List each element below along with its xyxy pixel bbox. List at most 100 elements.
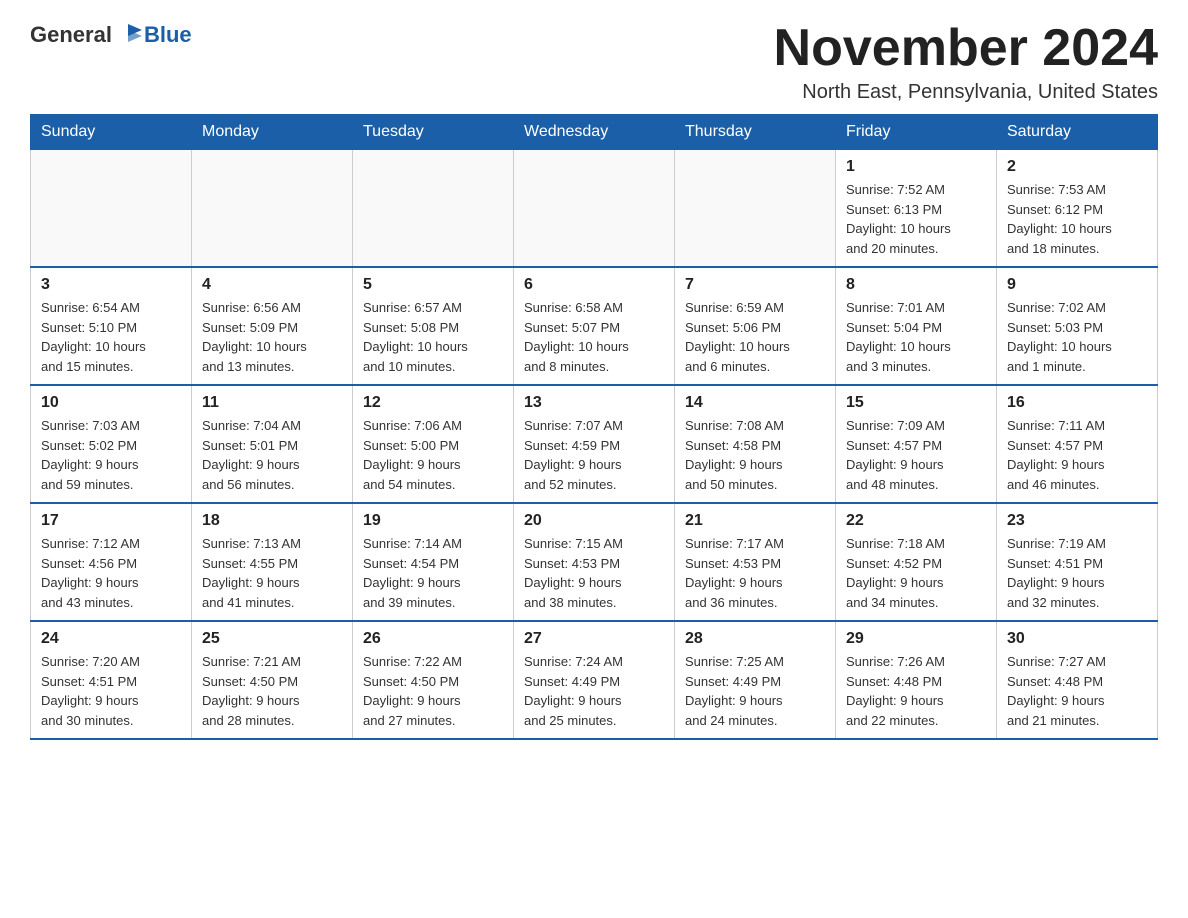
- day-number: 26: [363, 630, 503, 648]
- calendar-cell: 5 Sunrise: 6:57 AM Sunset: 5:08 PM Daylig…: [353, 267, 514, 385]
- day-info: Sunrise: 6:56 AM Sunset: 5:09 PM Dayligh…: [202, 298, 342, 376]
- day-info: Sunrise: 6:54 AM Sunset: 5:10 PM Dayligh…: [41, 298, 181, 376]
- day-info: Sunrise: 6:59 AM Sunset: 5:06 PM Dayligh…: [685, 298, 825, 376]
- day-number: 28: [685, 630, 825, 648]
- header-tuesday: Tuesday: [353, 115, 514, 150]
- day-number: 13: [524, 394, 664, 412]
- day-number: 29: [846, 630, 986, 648]
- day-info: Sunrise: 7:06 AM Sunset: 5:00 PM Dayligh…: [363, 416, 503, 494]
- calendar-cell: 25Sunrise: 7:21 AM Sunset: 4:50 PM Dayli…: [192, 621, 353, 739]
- day-number: 30: [1007, 630, 1147, 648]
- day-number: 23: [1007, 512, 1147, 530]
- day-info: Sunrise: 7:04 AM Sunset: 5:01 PM Dayligh…: [202, 416, 342, 494]
- day-info: Sunrise: 7:08 AM Sunset: 4:58 PM Dayligh…: [685, 416, 825, 494]
- day-number: 1: [846, 158, 986, 176]
- day-info: Sunrise: 7:26 AM Sunset: 4:48 PM Dayligh…: [846, 652, 986, 730]
- day-number: 15: [846, 394, 986, 412]
- calendar-week-3: 10 Sunrise: 7:03 AM Sunset: 5:02 PM Dayli…: [31, 385, 1158, 503]
- day-number: 10: [41, 394, 181, 412]
- day-info: Sunrise: 6:58 AM Sunset: 5:07 PM Dayligh…: [524, 298, 664, 376]
- calendar-cell: [192, 150, 353, 268]
- day-number: 3: [41, 276, 181, 294]
- calendar-week-2: 3 Sunrise: 6:54 AM Sunset: 5:10 PM Daylig…: [31, 267, 1158, 385]
- day-info: Sunrise: 7:03 AM Sunset: 5:02 PM Dayligh…: [41, 416, 181, 494]
- day-number: 25: [202, 630, 342, 648]
- logo-flag-icon: [114, 20, 144, 50]
- calendar-cell: 12 Sunrise: 7:06 AM Sunset: 5:00 PM Dayli…: [353, 385, 514, 503]
- day-number: 22: [846, 512, 986, 530]
- page-header: General Blue November 2024 North East, P…: [30, 20, 1158, 104]
- calendar-cell: 16 Sunrise: 7:11 AM Sunset: 4:57 PM Dayli…: [997, 385, 1158, 503]
- day-info: Sunrise: 7:19 AM Sunset: 4:51 PM Dayligh…: [1007, 534, 1147, 612]
- calendar-cell: 9 Sunrise: 7:02 AM Sunset: 5:03 PM Daylig…: [997, 267, 1158, 385]
- logo-text-blue: Blue: [144, 22, 192, 47]
- day-info: Sunrise: 6:57 AM Sunset: 5:08 PM Dayligh…: [363, 298, 503, 376]
- day-number: 16: [1007, 394, 1147, 412]
- day-info: Sunrise: 7:09 AM Sunset: 4:57 PM Dayligh…: [846, 416, 986, 494]
- header-friday: Friday: [836, 115, 997, 150]
- calendar-cell: 13Sunrise: 7:07 AM Sunset: 4:59 PM Dayli…: [514, 385, 675, 503]
- day-info: Sunrise: 7:22 AM Sunset: 4:50 PM Dayligh…: [363, 652, 503, 730]
- location-text: North East, Pennsylvania, United States: [774, 81, 1158, 104]
- day-info: Sunrise: 7:14 AM Sunset: 4:54 PM Dayligh…: [363, 534, 503, 612]
- calendar-cell: 19 Sunrise: 7:14 AM Sunset: 4:54 PM Dayli…: [353, 503, 514, 621]
- calendar-cell: 21 Sunrise: 7:17 AM Sunset: 4:53 PM Dayli…: [675, 503, 836, 621]
- day-number: 6: [524, 276, 664, 294]
- day-info: Sunrise: 7:01 AM Sunset: 5:04 PM Dayligh…: [846, 298, 986, 376]
- calendar-cell: 22Sunrise: 7:18 AM Sunset: 4:52 PM Dayli…: [836, 503, 997, 621]
- day-number: 11: [202, 394, 342, 412]
- calendar-cell: 26 Sunrise: 7:22 AM Sunset: 4:50 PM Dayli…: [353, 621, 514, 739]
- calendar-cell: 14 Sunrise: 7:08 AM Sunset: 4:58 PM Dayli…: [675, 385, 836, 503]
- day-number: 17: [41, 512, 181, 530]
- day-info: Sunrise: 7:02 AM Sunset: 5:03 PM Dayligh…: [1007, 298, 1147, 376]
- calendar-cell: 4 Sunrise: 6:56 AM Sunset: 5:09 PM Daylig…: [192, 267, 353, 385]
- logo: General Blue: [30, 20, 192, 50]
- header-thursday: Thursday: [675, 115, 836, 150]
- day-info: Sunrise: 7:53 AM Sunset: 6:12 PM Dayligh…: [1007, 180, 1147, 258]
- calendar-week-5: 24 Sunrise: 7:20 AM Sunset: 4:51 PM Dayli…: [31, 621, 1158, 739]
- calendar-cell: 8 Sunrise: 7:01 AM Sunset: 5:04 PM Daylig…: [836, 267, 997, 385]
- calendar-cell: 7 Sunrise: 6:59 AM Sunset: 5:06 PM Daylig…: [675, 267, 836, 385]
- header-saturday: Saturday: [997, 115, 1158, 150]
- calendar-cell: 3 Sunrise: 6:54 AM Sunset: 5:10 PM Daylig…: [31, 267, 192, 385]
- day-info: Sunrise: 7:17 AM Sunset: 4:53 PM Dayligh…: [685, 534, 825, 612]
- calendar-week-1: 1 Sunrise: 7:52 AM Sunset: 6:13 PM Daylig…: [31, 150, 1158, 268]
- day-number: 14: [685, 394, 825, 412]
- calendar-cell: [514, 150, 675, 268]
- calendar-cell: [353, 150, 514, 268]
- calendar-cell: 20 Sunrise: 7:15 AM Sunset: 4:53 PM Dayli…: [514, 503, 675, 621]
- day-number: 19: [363, 512, 503, 530]
- day-number: 9: [1007, 276, 1147, 294]
- day-number: 18: [202, 512, 342, 530]
- day-info: Sunrise: 7:15 AM Sunset: 4:53 PM Dayligh…: [524, 534, 664, 612]
- day-info: Sunrise: 7:27 AM Sunset: 4:48 PM Dayligh…: [1007, 652, 1147, 730]
- day-info: Sunrise: 7:13 AM Sunset: 4:55 PM Dayligh…: [202, 534, 342, 612]
- day-info: Sunrise: 7:52 AM Sunset: 6:13 PM Dayligh…: [846, 180, 986, 258]
- calendar-cell: 10 Sunrise: 7:03 AM Sunset: 5:02 PM Dayli…: [31, 385, 192, 503]
- calendar-cell: [31, 150, 192, 268]
- day-number: 5: [363, 276, 503, 294]
- calendar-cell: 1 Sunrise: 7:52 AM Sunset: 6:13 PM Daylig…: [836, 150, 997, 268]
- calendar-cell: 11 Sunrise: 7:04 AM Sunset: 5:01 PM Dayli…: [192, 385, 353, 503]
- day-number: 4: [202, 276, 342, 294]
- calendar-cell: 29 Sunrise: 7:26 AM Sunset: 4:48 PM Dayli…: [836, 621, 997, 739]
- calendar-cell: 30 Sunrise: 7:27 AM Sunset: 4:48 PM Dayli…: [997, 621, 1158, 739]
- header-monday: Monday: [192, 115, 353, 150]
- day-info: Sunrise: 7:11 AM Sunset: 4:57 PM Dayligh…: [1007, 416, 1147, 494]
- day-number: 8: [846, 276, 986, 294]
- day-number: 12: [363, 394, 503, 412]
- title-section: November 2024 North East, Pennsylvania, …: [774, 20, 1158, 104]
- header-sunday: Sunday: [31, 115, 192, 150]
- day-number: 21: [685, 512, 825, 530]
- calendar-cell: 18 Sunrise: 7:13 AM Sunset: 4:55 PM Dayli…: [192, 503, 353, 621]
- day-number: 24: [41, 630, 181, 648]
- day-number: 20: [524, 512, 664, 530]
- calendar-table: SundayMondayTuesdayWednesdayThursdayFrid…: [30, 114, 1158, 740]
- calendar-cell: [675, 150, 836, 268]
- calendar-cell: 23 Sunrise: 7:19 AM Sunset: 4:51 PM Dayli…: [997, 503, 1158, 621]
- day-number: 2: [1007, 158, 1147, 176]
- day-info: Sunrise: 7:25 AM Sunset: 4:49 PM Dayligh…: [685, 652, 825, 730]
- day-number: 7: [685, 276, 825, 294]
- calendar-cell: 2 Sunrise: 7:53 AM Sunset: 6:12 PM Daylig…: [997, 150, 1158, 268]
- day-info: Sunrise: 7:20 AM Sunset: 4:51 PM Dayligh…: [41, 652, 181, 730]
